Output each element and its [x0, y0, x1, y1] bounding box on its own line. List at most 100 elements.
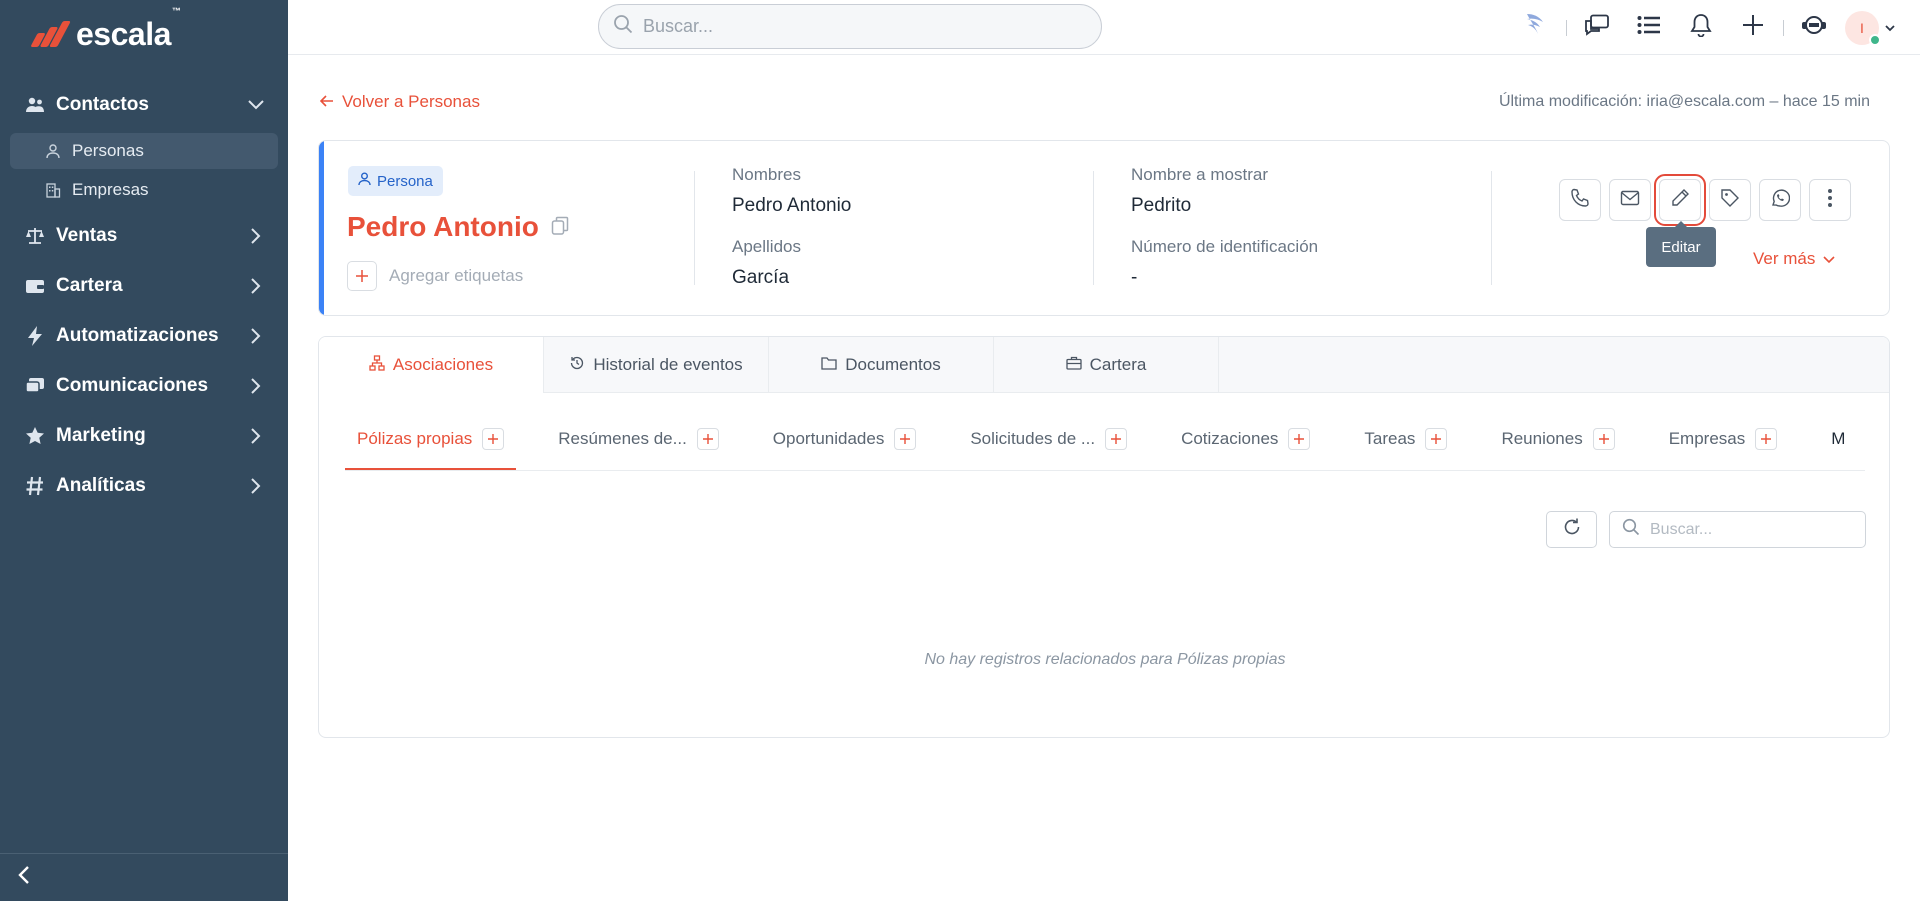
global-search-input[interactable]	[643, 16, 1083, 37]
subtab-label: Tareas	[1364, 429, 1416, 448]
card-divider	[1491, 171, 1492, 285]
copy-icon[interactable]	[551, 211, 569, 243]
refresh-icon	[1562, 517, 1582, 542]
brand-wing-button[interactable]	[1510, 0, 1562, 55]
sidebar: escala™ Contactos Personas Empresas Vent…	[0, 0, 288, 901]
subtab-polizas-propias[interactable]: Pólizas propias	[345, 409, 517, 470]
tab-documentos[interactable]: Documentos	[769, 337, 994, 393]
history-icon	[569, 355, 585, 376]
pencil-icon	[1670, 188, 1690, 213]
sidebar-item-marketing[interactable]: Marketing	[0, 411, 288, 461]
chevron-down-icon	[1885, 19, 1895, 37]
last-modified-info: Última modificación: iria@escala.com – h…	[1498, 93, 1870, 110]
record-tabs: Asociaciones Historial de eventos Docume…	[319, 337, 1889, 393]
whatsapp-icon	[1770, 188, 1791, 213]
subtab-reuniones[interactable]: Reuniones	[1489, 409, 1626, 469]
subtab-oportunidades[interactable]: Oportunidades	[761, 409, 929, 469]
add-reunion-icon[interactable]	[1592, 428, 1615, 450]
subtab-label: Reuniones	[1501, 429, 1583, 448]
call-button[interactable]	[1559, 179, 1601, 221]
subtab-resumenes[interactable]: Resúmenes de...	[546, 409, 731, 469]
record-name: Pedro Antonio	[347, 211, 539, 242]
subtab-more[interactable]: M	[1819, 409, 1857, 469]
tab-label: Historial de eventos	[593, 355, 743, 374]
person-icon	[44, 142, 62, 160]
tab-label: Cartera	[1089, 355, 1147, 374]
wing-icon	[1525, 12, 1547, 43]
chat-bubbles-icon	[1584, 14, 1610, 41]
search-icon	[613, 14, 633, 39]
panel-search[interactable]	[1609, 511, 1866, 548]
notifications-button[interactable]	[1675, 0, 1727, 55]
association-subtabs: Pólizas propias Resúmenes de... Oportuni…	[345, 409, 1865, 471]
add-oportunidad-icon[interactable]	[894, 428, 917, 450]
whatsapp-button[interactable]	[1759, 179, 1801, 221]
empty-state-message: No hay registros relacionados para Póliz…	[924, 651, 1286, 668]
add-empresa-icon[interactable]	[1755, 428, 1778, 450]
subtab-cotizaciones[interactable]: Cotizaciones	[1169, 409, 1322, 469]
add-cotizacion-icon[interactable]	[1288, 428, 1311, 450]
sidebar-item-contactos[interactable]: Contactos	[0, 80, 288, 130]
add-poliza-icon[interactable]	[482, 427, 505, 450]
collapse-sidebar-button[interactable]	[0, 853, 288, 901]
tab-historial-de-eventos[interactable]: Historial de eventos	[544, 337, 769, 393]
subtab-solicitudes[interactable]: Solicitudes de ...	[958, 409, 1139, 469]
sidebar-item-label: Contactos	[56, 94, 149, 115]
add-resumen-icon[interactable]	[696, 428, 719, 450]
sidebar-item-label: Comunicaciones	[56, 375, 209, 396]
field-label: Nombres	[732, 165, 801, 184]
sidebar-subitem-personas[interactable]: Personas	[10, 133, 278, 169]
create-new-button[interactable]	[1727, 0, 1779, 55]
edit-button[interactable]	[1654, 174, 1706, 226]
sidebar-item-label: Ventas	[56, 225, 118, 246]
chat-icon	[24, 375, 46, 397]
escala-logo[interactable]: escala™	[30, 6, 181, 54]
field-value: García	[732, 267, 790, 288]
tab-asociaciones[interactable]: Asociaciones	[319, 337, 544, 393]
field-value: Pedrito	[1131, 195, 1192, 216]
refresh-button[interactable]	[1546, 511, 1597, 548]
more-options-button[interactable]	[1809, 179, 1851, 221]
global-search[interactable]	[598, 4, 1102, 49]
support-button[interactable]	[1788, 0, 1840, 55]
hash-icon	[24, 475, 46, 497]
subtab-label: Solicitudes de ...	[970, 429, 1096, 448]
mail-icon	[1620, 190, 1640, 211]
panel-search-input[interactable]	[1650, 520, 1850, 539]
sidebar-item-label: Cartera	[56, 275, 123, 296]
sidebar-item-label: Analíticas	[56, 475, 146, 496]
sidebar-item-automatizaciones[interactable]: Automatizaciones	[0, 311, 288, 361]
add-tarea-icon[interactable]	[1425, 428, 1448, 450]
tab-cartera[interactable]: Cartera	[994, 337, 1219, 393]
add-tags-button[interactable]: Agregar etiquetas	[347, 261, 523, 291]
badge-label: Persona	[377, 172, 433, 190]
sidebar-item-analiticas[interactable]: Analíticas	[0, 461, 288, 511]
chevron-left-icon	[18, 866, 30, 889]
task-list-button[interactable]	[1623, 0, 1675, 55]
subtab-empresas[interactable]: Empresas	[1657, 409, 1790, 469]
chevron-down-icon	[1823, 249, 1835, 269]
arrow-left-icon	[319, 92, 334, 112]
subtab-tareas[interactable]: Tareas	[1352, 409, 1459, 469]
back-to-personas-link[interactable]: Volver a Personas	[319, 92, 480, 112]
sidebar-subitem-empresas[interactable]: Empresas	[10, 172, 278, 208]
user-menu-button[interactable]: I	[1840, 0, 1900, 55]
email-button[interactable]	[1609, 179, 1651, 221]
ver-mas-button[interactable]: Ver más	[1753, 249, 1835, 269]
sidebar-item-cartera[interactable]: Cartera	[0, 261, 288, 311]
folder-icon	[821, 355, 837, 375]
sidebar-item-comunicaciones[interactable]: Comunicaciones	[0, 361, 288, 411]
topbar-separator	[1783, 19, 1784, 36]
field-nombre-a-mostrar: Nombre a mostrar Pedrito	[1131, 165, 1268, 217]
conversations-button[interactable]	[1571, 0, 1623, 55]
sidebar-item-ventas[interactable]: Ventas	[0, 211, 288, 261]
sidebar-nav: Contactos Personas Empresas Ventas Carte…	[0, 80, 288, 511]
record-title: Pedro Antonio	[347, 211, 569, 243]
chevron-right-icon	[248, 428, 264, 444]
record-actions	[1559, 174, 1851, 226]
tag-button[interactable]	[1709, 179, 1751, 221]
add-solicitud-icon[interactable]	[1105, 428, 1128, 450]
sidebar-subitem-label: Empresas	[72, 180, 149, 199]
subtab-label: Oportunidades	[772, 429, 885, 448]
bell-icon	[1690, 13, 1712, 42]
